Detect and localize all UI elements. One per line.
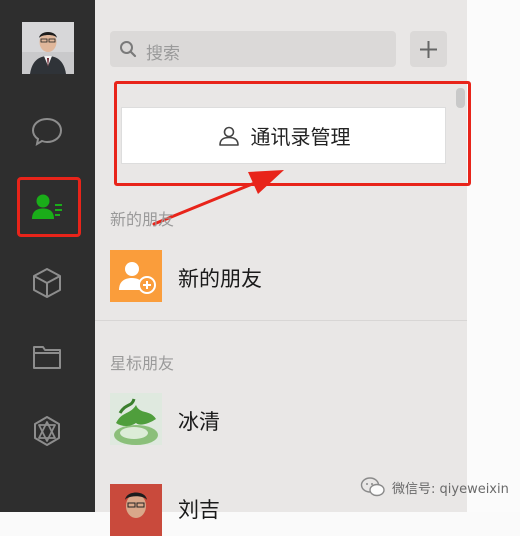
- folder-icon[interactable]: [30, 340, 64, 374]
- chat-icon[interactable]: [30, 114, 64, 148]
- new-friends-icon: [110, 250, 162, 302]
- list-item-contact[interactable]: 刘吉: [178, 494, 220, 524]
- content-area: [467, 0, 520, 512]
- watermark-text: 微信号: qiyeweixin: [392, 481, 509, 497]
- user-avatar[interactable]: [22, 22, 74, 74]
- avatar: [110, 393, 162, 445]
- sidebar: [0, 0, 95, 512]
- section-header-new-friends: 新的朋友: [110, 210, 175, 229]
- avatar: [110, 484, 162, 536]
- search-input[interactable]: 搜索: [146, 39, 180, 64]
- list-item-new-friends[interactable]: 新的朋友: [178, 263, 262, 293]
- list-item-contact[interactable]: 冰清: [178, 406, 220, 436]
- divider: [95, 320, 467, 321]
- watermark: 微信号: qiyeweixin: [360, 476, 509, 498]
- cube-icon[interactable]: [30, 266, 64, 300]
- wechat-icon: [360, 477, 385, 497]
- section-header-starred: 星标朋友: [110, 354, 175, 373]
- search-icon: [120, 41, 137, 58]
- search-box[interactable]: 搜索: [110, 31, 396, 67]
- moments-icon[interactable]: [30, 414, 64, 448]
- add-button[interactable]: [410, 31, 447, 67]
- contacts-icon[interactable]: [30, 190, 64, 224]
- plus-icon: [420, 41, 437, 58]
